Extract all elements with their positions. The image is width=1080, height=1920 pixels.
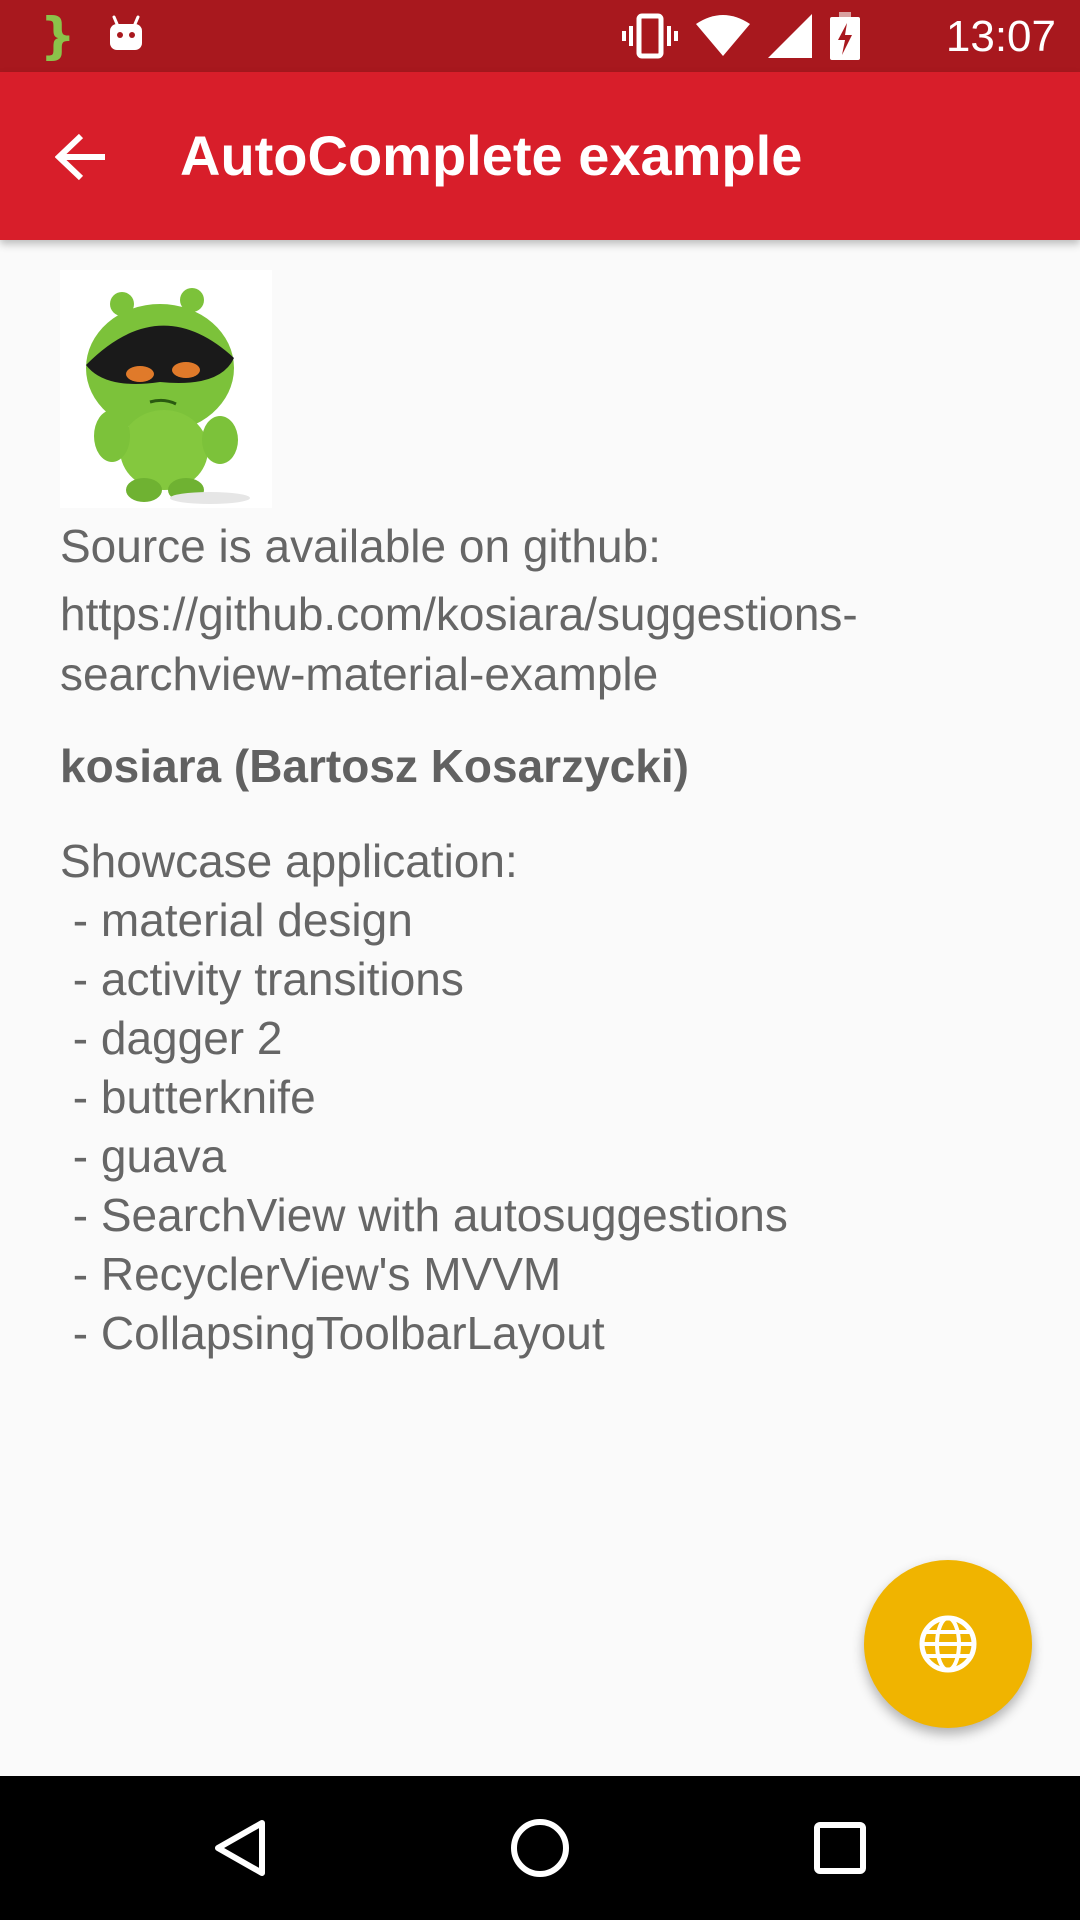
open-web-fab[interactable] [864,1560,1032,1728]
app-toolbar: AutoComplete example [0,72,1080,240]
author-name: kosiara (Bartosz Kosarzycki) [60,740,689,792]
list-item: - guava [60,1130,227,1182]
home-circle-icon [511,1819,569,1877]
list-item: - SearchView with autosuggestions [60,1189,788,1241]
list-item: - CollapsingToolbarLayout [60,1307,605,1359]
globe-icon [919,1615,977,1673]
system-icons [622,12,860,60]
navigation-bar [0,1776,1080,1920]
wifi-icon [696,15,750,56]
github-link[interactable]: https://github.com/kosiara/suggestions- … [60,584,1020,704]
back-triangle-icon [215,1820,265,1876]
brace-icon: } [40,7,76,65]
nav-back-button[interactable] [190,1798,290,1898]
screen: } 13:07 AutoComplete example Source is a… [0,0,1080,1920]
clock: 13:07 [945,12,1056,61]
github-url-line2: searchview-material-example [60,648,659,700]
list-item: - material design [60,894,413,946]
list-item: - RecyclerView's MVVM [60,1248,562,1300]
showcase-description: Showcase application: - material design … [60,832,1020,1363]
github-url-line1: https://github.com/kosiara/suggestions- [60,588,858,640]
avatar [60,270,272,508]
about-content: Source is available on github: https://g… [60,270,1020,1363]
status-bar: } 13:07 [0,0,1080,72]
source-info: Source is available on github: https://g… [60,516,1020,704]
page-title: AutoComplete example [180,124,803,187]
list-item: - dagger 2 [60,1012,283,1064]
signal-icon [768,14,812,58]
nav-recents-button[interactable] [790,1798,890,1898]
list-item: - activity transitions [60,953,464,1005]
recents-square-icon [814,1822,866,1874]
android-icon [110,15,142,50]
nav-home-button[interactable] [490,1798,590,1898]
vibrate-icon [622,13,678,59]
list-item: - butterknife [60,1071,316,1123]
back-button[interactable] [36,112,126,202]
description-title: Showcase application: [60,835,518,887]
battery-charging-icon [830,12,860,60]
source-label: Source is available on github: [60,520,661,572]
arrow-back-icon [55,133,105,181]
